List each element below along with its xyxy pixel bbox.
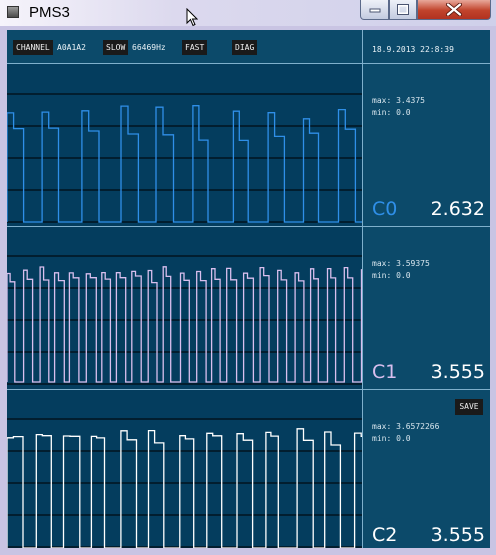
channel-button[interactable]: CHANNEL <box>13 40 53 55</box>
close-button[interactable] <box>417 0 491 20</box>
channel-value: A0A1A2 <box>57 43 86 52</box>
waveform-trace <box>7 428 362 548</box>
waveform-c2 <box>7 418 362 548</box>
fast-button[interactable]: FAST <box>182 40 208 55</box>
max-readout-c2: max: 3.6572266 <box>372 422 440 431</box>
max-readout-c0: max: 3.4375 <box>372 96 425 105</box>
channel-name-c0: C0 <box>372 198 398 220</box>
panel-divider <box>362 30 363 548</box>
waveform-c1 <box>7 255 362 385</box>
waveform-c0 <box>7 93 362 223</box>
maximize-button[interactable] <box>389 0 417 20</box>
min-readout-c1: min: 0.0 <box>372 271 411 280</box>
channel-info-c0: max: 3.4375 min: 0.0 C0 2.632 <box>363 64 490 226</box>
channel-value-c0: 2.632 <box>430 198 485 220</box>
toolbar: CHANNEL A0A1A2 SLOW 66469Hz FAST DIAG 18… <box>7 30 490 63</box>
channel-info-c1: max: 3.59375 min: 0.0 C1 3.555 <box>363 227 490 389</box>
close-icon <box>446 3 462 16</box>
diag-button[interactable]: DIAG <box>232 40 258 55</box>
min-readout-c0: min: 0.0 <box>372 108 411 117</box>
minimize-icon <box>369 8 380 12</box>
channel-value-c2: 3.555 <box>430 524 485 546</box>
max-readout-c1: max: 3.59375 <box>372 259 430 268</box>
datetime-readout: 18.9.2013 22:8:39 <box>372 45 454 54</box>
waveform-plot-c0 <box>7 64 362 226</box>
channel-name-c2: C2 <box>372 524 398 546</box>
application-window: PMS3 CHANNEL A0A1A2 SLOW 66469Hz FAST DI… <box>0 0 496 555</box>
channel-info-c2: SAVE max: 3.6572266 min: 0.0 C2 3.555 <box>363 390 490 548</box>
minimize-button[interactable] <box>360 0 389 20</box>
slow-button[interactable]: SLOW <box>103 40 129 55</box>
waveform-plot-c1 <box>7 227 362 389</box>
app-icon <box>7 6 19 18</box>
title-bar[interactable]: PMS3 <box>0 0 496 27</box>
mouse-cursor-icon <box>186 7 199 31</box>
oscilloscope-panel: CHANNEL A0A1A2 SLOW 66469Hz FAST DIAG 18… <box>7 30 490 548</box>
channel-name-c1: C1 <box>372 361 398 383</box>
waveform-trace <box>7 266 362 383</box>
maximize-icon <box>397 4 409 15</box>
frequency-readout: 66469Hz <box>132 43 166 52</box>
waveform-trace <box>7 105 362 223</box>
waveform-plot-c2 <box>7 390 362 548</box>
min-readout-c2: min: 0.0 <box>372 434 411 443</box>
window-title: PMS3 <box>29 4 70 21</box>
save-button[interactable]: SAVE <box>455 399 483 415</box>
channel-value-c1: 3.555 <box>430 361 485 383</box>
